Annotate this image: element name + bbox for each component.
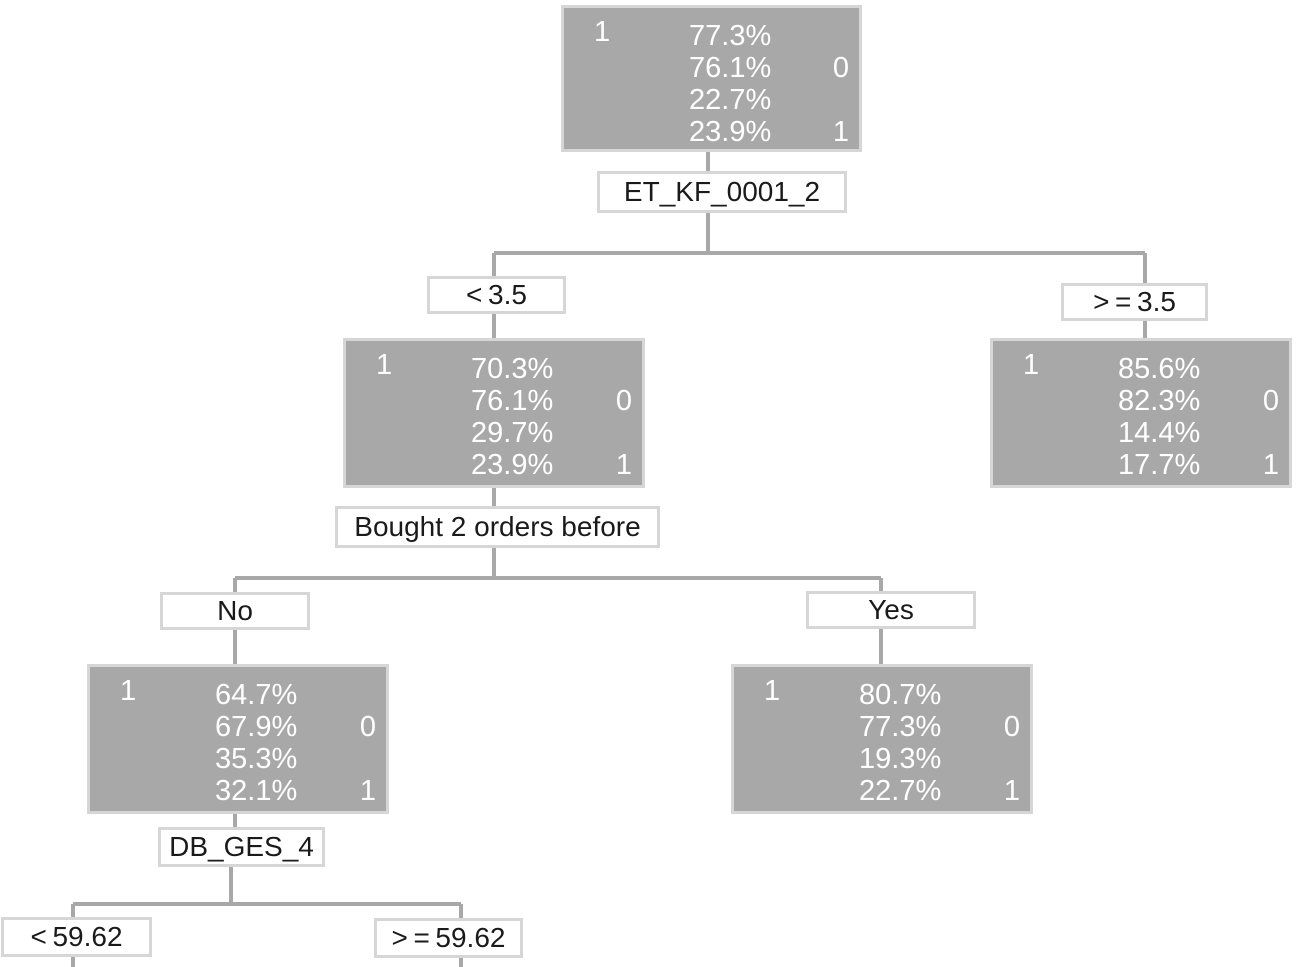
node-pct: 80.7% xyxy=(859,679,942,711)
split-variable-root: ET_KF_0001_2 xyxy=(597,171,847,213)
node-class: 1 xyxy=(1023,349,1040,381)
node-label-0: 0 xyxy=(615,385,632,417)
condition-no: No xyxy=(160,592,310,630)
node-class: 1 xyxy=(764,675,781,707)
node-pct: 29.7% xyxy=(471,417,554,449)
condition-left: < 3.5 xyxy=(427,276,566,314)
node-class: 1 xyxy=(120,675,137,707)
connector-no-split-branches xyxy=(71,865,463,918)
node-pct: 82.3% xyxy=(1118,385,1201,417)
node-pct: 17.7% xyxy=(1118,449,1201,481)
condition-lt-59-62: < 59.62 xyxy=(1,917,152,957)
node-pct: 22.7% xyxy=(859,775,942,807)
node-percentages: 80.7% 77.3% 19.3% 22.7% xyxy=(859,679,941,807)
node-label-1: 1 xyxy=(615,449,632,481)
node-pct: 32.1% xyxy=(215,775,298,807)
node-pct: 19.3% xyxy=(859,743,942,775)
node-percentages: 85.6% 82.3% 14.4% 17.7% xyxy=(1118,353,1200,481)
node-pct: 22.7% xyxy=(689,84,772,116)
node-class: 1 xyxy=(594,16,611,48)
node-label-0: 0 xyxy=(1262,385,1279,417)
node-class: 1 xyxy=(376,349,393,381)
split-variable-left: Bought 2 orders before xyxy=(335,506,660,548)
node-pct: 23.9% xyxy=(471,449,554,481)
split-variable-no: DB_GES_4 xyxy=(158,827,325,867)
tree-node-root: 1 77.3% 76.1% 22.7% 23.9% 0 1 xyxy=(561,5,862,152)
node-label-1: 1 xyxy=(1003,775,1020,807)
tree-node-yes: 1 80.7% 77.3% 19.3% 22.7% 0 1 xyxy=(731,664,1033,814)
node-pct: 23.9% xyxy=(689,116,772,148)
node-pct: 76.1% xyxy=(471,385,554,417)
tree-node-left: 1 70.3% 76.1% 29.7% 23.9% 0 1 xyxy=(343,338,645,488)
condition-right: > = 3.5 xyxy=(1061,283,1208,321)
condition-ge-59-62: > = 59.62 xyxy=(374,918,523,958)
node-label-1: 1 xyxy=(832,116,849,148)
node-percentages: 64.7% 67.9% 35.3% 32.1% xyxy=(215,679,297,807)
node-label-0: 0 xyxy=(359,711,376,743)
node-label-1: 1 xyxy=(1262,449,1279,481)
node-percentages: 70.3% 76.1% 29.7% 23.9% xyxy=(471,353,553,481)
node-pct: 35.3% xyxy=(215,743,298,775)
node-label-1: 1 xyxy=(359,775,376,807)
node-pct: 67.9% xyxy=(215,711,298,743)
node-pct: 70.3% xyxy=(471,353,554,385)
tree-node-right: 1 85.6% 82.3% 14.4% 17.7% 0 1 xyxy=(990,338,1292,488)
node-pct: 85.6% xyxy=(1118,353,1201,385)
node-pct: 77.3% xyxy=(859,711,942,743)
condition-yes: Yes xyxy=(806,591,976,629)
connector-left-split-branches xyxy=(233,546,883,594)
tree-node-no: 1 64.7% 67.9% 35.3% 32.1% 0 1 xyxy=(87,664,389,814)
connector-root-split-branches xyxy=(492,212,1147,284)
node-pct: 76.1% xyxy=(689,52,772,84)
node-pct: 64.7% xyxy=(215,679,298,711)
node-label-0: 0 xyxy=(1003,711,1020,743)
node-pct: 77.3% xyxy=(689,20,772,52)
node-pct: 14.4% xyxy=(1118,417,1201,449)
node-percentages: 77.3% 76.1% 22.7% 23.9% xyxy=(689,20,771,148)
node-label-0: 0 xyxy=(832,52,849,84)
